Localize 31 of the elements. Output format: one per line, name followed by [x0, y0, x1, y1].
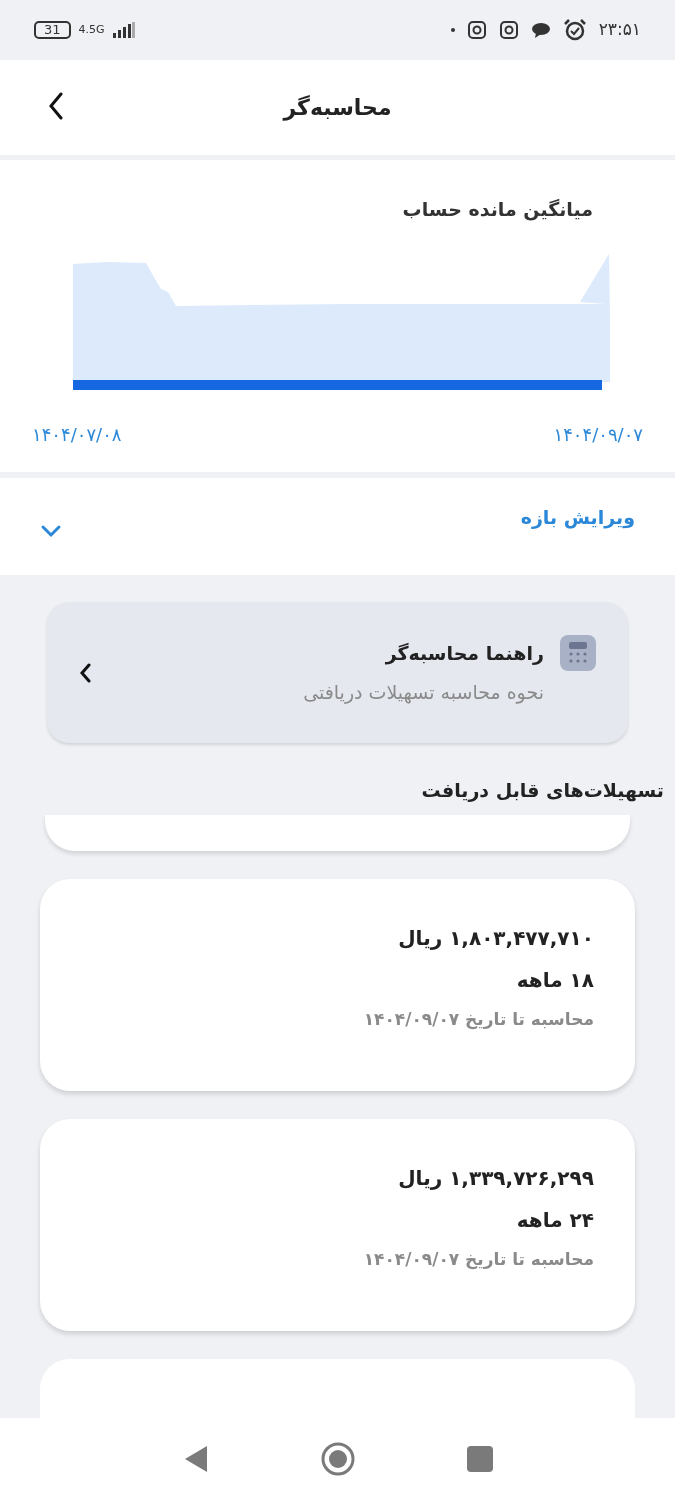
network-label: 4.5G	[78, 21, 105, 38]
edit-range-label[interactable]: ویرایش بازه	[520, 503, 635, 532]
camera-icon	[466, 20, 487, 40]
loan-card[interactable]: ۱,۸۰۳,۴۷۷,۷۱۰ ریال ۱۸ ماهه محاسبه تا تاریخ ۱۴۰۴/۰۹/۰۷	[40, 878, 635, 1091]
alarm-icon	[562, 18, 587, 42]
loan-amount: ۱,۳۳۹,۷۲۶,۲۹۹ ریال	[397, 1164, 594, 1192]
chat-icon	[530, 21, 551, 39]
loan-term: ۱۸ ماهه	[515, 966, 594, 994]
battery-indicator: 31	[34, 21, 71, 39]
start-date: ۱۴۰۴/۰۷/۰۸	[32, 422, 122, 447]
loan-amount: ۱,۸۰۳,۴۷۷,۷۱۰ ریال	[397, 924, 594, 952]
end-date: ۱۴۰۴/۰۹/۰۷	[553, 422, 643, 447]
guide-subtitle: نحوه محاسبه تسهیلات دریافتی	[302, 679, 544, 706]
chart-title: میانگین مانده حساب	[401, 197, 593, 223]
camera-icon	[498, 20, 519, 40]
loan-term: ۲۴ ماهه	[515, 1206, 594, 1234]
chevron-icon[interactable]	[40, 523, 62, 538]
guide-card[interactable]: راهنما محاسبه‌گر نحوه محاسبه تسهیلات دریافتی	[47, 602, 628, 743]
page-title: محاسبه‌گر	[283, 94, 392, 123]
loan-note: محاسبه تا تاریخ ۱۴۰۴/۰۹/۰۷	[362, 1247, 594, 1272]
signal-icon	[112, 22, 135, 38]
calculator-icon	[560, 635, 596, 671]
back-icon	[48, 92, 64, 120]
loan-note: محاسبه تا تاریخ ۱۴۰۴/۰۹/۰۷	[362, 1007, 594, 1032]
guide-title: راهنما محاسبه‌گر	[384, 641, 544, 667]
loan-card[interactable]: ۱,۳۳۹,۷۲۶,۲۹۹ ریال ۲۴ ماهه محاسبه تا تاریخ ۱۴۰۴/۰۹/۰۷	[40, 1118, 635, 1331]
section-title: تسهیلات‌های قابل دریافت	[420, 778, 664, 804]
recents-nav-icon[interactable]	[466, 1446, 493, 1472]
clock-time: ۲۳:۵۱	[598, 18, 641, 42]
chevron-icon	[79, 662, 91, 683]
home-nav-icon[interactable]	[320, 1442, 355, 1476]
